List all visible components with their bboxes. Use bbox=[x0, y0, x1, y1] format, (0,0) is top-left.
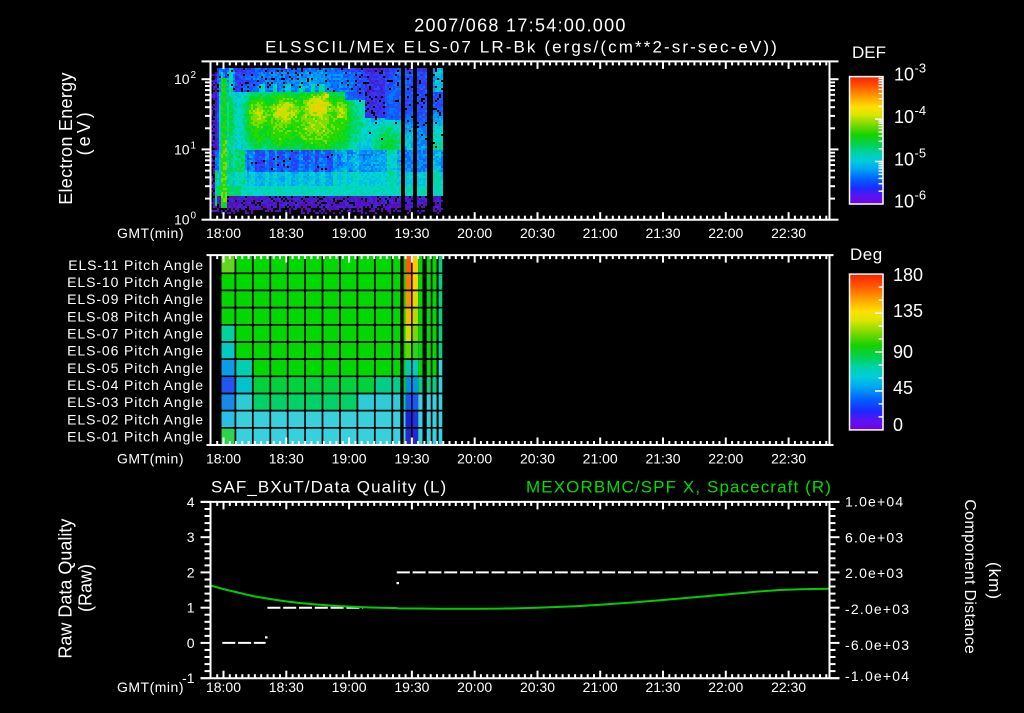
svg-text:20:00: 20:00 bbox=[457, 679, 492, 695]
svg-text:-6.0e+03: -6.0e+03 bbox=[845, 637, 910, 653]
svg-text:SAF_BXuT/Data Quality (L): SAF_BXuT/Data Quality (L) bbox=[211, 478, 447, 497]
svg-text:21:30: 21:30 bbox=[645, 679, 680, 695]
svg-text:19:00: 19:00 bbox=[332, 225, 367, 241]
svg-text:ELS-11 Pitch Angle: ELS-11 Pitch Angle bbox=[68, 257, 204, 273]
svg-text:20:00: 20:00 bbox=[457, 451, 492, 467]
svg-text:21:30: 21:30 bbox=[645, 225, 680, 241]
svg-text:18:30: 18:30 bbox=[269, 225, 304, 241]
svg-text:22:00: 22:00 bbox=[708, 451, 743, 467]
svg-text:1: 1 bbox=[191, 140, 197, 151]
svg-text:18:00: 18:00 bbox=[206, 225, 241, 241]
svg-text:19:00: 19:00 bbox=[332, 451, 367, 467]
svg-text:ELS-03 Pitch Angle: ELS-03 Pitch Angle bbox=[67, 394, 204, 410]
svg-text:(Raw): (Raw) bbox=[76, 564, 96, 612]
svg-text:Deg: Deg bbox=[850, 245, 883, 264]
svg-text:18:30: 18:30 bbox=[269, 679, 304, 695]
svg-text:2007/068 17:54:00.000: 2007/068 17:54:00.000 bbox=[414, 16, 626, 36]
svg-text:2: 2 bbox=[187, 564, 195, 580]
svg-text:ELS-07 Pitch Angle: ELS-07 Pitch Angle bbox=[67, 326, 204, 342]
svg-text:ELSSCIL/MEx ELS-07 LR-Bk (erg: ELSSCIL/MEx ELS-07 LR-Bk (ergs/(cm**2-sr… bbox=[265, 38, 779, 57]
svg-text:90: 90 bbox=[893, 342, 913, 362]
svg-text:10: 10 bbox=[894, 149, 914, 169]
svg-text:19:30: 19:30 bbox=[394, 451, 429, 467]
svg-text:20:30: 20:30 bbox=[520, 679, 555, 695]
svg-text:ELS-02 Pitch Angle: ELS-02 Pitch Angle bbox=[67, 411, 204, 427]
svg-text:22:00: 22:00 bbox=[708, 679, 743, 695]
svg-text:DEF: DEF bbox=[852, 43, 886, 62]
svg-text:20:30: 20:30 bbox=[520, 225, 555, 241]
svg-text:18:00: 18:00 bbox=[206, 679, 241, 695]
svg-text:GMT(min): GMT(min) bbox=[117, 225, 184, 241]
svg-text:2.0e+03: 2.0e+03 bbox=[845, 565, 904, 581]
svg-text:18:30: 18:30 bbox=[269, 451, 304, 467]
svg-text:10: 10 bbox=[894, 192, 914, 212]
svg-text:ELS-09 Pitch Angle: ELS-09 Pitch Angle bbox=[67, 291, 204, 307]
svg-text:4: 4 bbox=[187, 494, 195, 510]
svg-text:45: 45 bbox=[893, 378, 913, 398]
svg-text:180: 180 bbox=[893, 265, 923, 285]
svg-text:21:00: 21:00 bbox=[583, 451, 618, 467]
svg-text:10: 10 bbox=[894, 65, 914, 85]
svg-text:1.0e+04: 1.0e+04 bbox=[845, 494, 904, 510]
svg-text:22:30: 22:30 bbox=[771, 225, 806, 241]
svg-text:0: 0 bbox=[191, 211, 197, 222]
svg-text:(eV): (eV) bbox=[74, 109, 94, 155]
svg-text:MEXORBMC/SPF X, Spacecraft (R): MEXORBMC/SPF X, Spacecraft (R) bbox=[526, 478, 832, 497]
svg-text:22:30: 22:30 bbox=[771, 679, 806, 695]
svg-text:6.0e+03: 6.0e+03 bbox=[845, 529, 904, 545]
svg-text:22:30: 22:30 bbox=[771, 451, 806, 467]
svg-text:(km): (km) bbox=[985, 562, 1004, 600]
svg-text:-1: -1 bbox=[182, 670, 195, 686]
svg-text:-2.0e+03: -2.0e+03 bbox=[845, 601, 910, 617]
svg-text:-1.0e+04: -1.0e+04 bbox=[845, 668, 910, 684]
svg-text:-4: -4 bbox=[915, 103, 927, 118]
svg-text:ELS-08 Pitch Angle: ELS-08 Pitch Angle bbox=[67, 308, 204, 324]
svg-text:2: 2 bbox=[191, 70, 197, 81]
svg-text:19:30: 19:30 bbox=[394, 225, 429, 241]
svg-text:GMT(min): GMT(min) bbox=[117, 451, 184, 467]
svg-text:21:00: 21:00 bbox=[583, 225, 618, 241]
svg-text:10: 10 bbox=[174, 71, 190, 87]
svg-text:22:00: 22:00 bbox=[708, 225, 743, 241]
svg-text:GMT(min): GMT(min) bbox=[117, 679, 184, 695]
svg-text:ELS-04 Pitch Angle: ELS-04 Pitch Angle bbox=[67, 377, 204, 393]
svg-text:18:00: 18:00 bbox=[206, 451, 241, 467]
svg-text:19:00: 19:00 bbox=[332, 679, 367, 695]
svg-text:19:30: 19:30 bbox=[394, 679, 429, 695]
svg-text:20:00: 20:00 bbox=[457, 225, 492, 241]
svg-text:-3: -3 bbox=[915, 61, 927, 76]
svg-text:0: 0 bbox=[893, 415, 903, 435]
svg-text:ELS-05 Pitch Angle: ELS-05 Pitch Angle bbox=[67, 360, 204, 376]
svg-text:0: 0 bbox=[187, 635, 195, 651]
svg-text:Component Distance: Component Distance bbox=[961, 499, 978, 654]
svg-text:-6: -6 bbox=[915, 188, 927, 203]
svg-text:135: 135 bbox=[893, 301, 923, 321]
svg-text:-5: -5 bbox=[915, 145, 927, 160]
svg-text:21:00: 21:00 bbox=[583, 679, 618, 695]
svg-text:21:30: 21:30 bbox=[645, 451, 680, 467]
svg-text:Raw Data Quality: Raw Data Quality bbox=[56, 519, 76, 659]
svg-text:1: 1 bbox=[187, 600, 195, 616]
svg-text:10: 10 bbox=[894, 107, 914, 127]
svg-text:ELS-10 Pitch Angle: ELS-10 Pitch Angle bbox=[67, 274, 204, 290]
svg-text:3: 3 bbox=[187, 529, 195, 545]
svg-text:ELS-06 Pitch Angle: ELS-06 Pitch Angle bbox=[67, 343, 204, 359]
svg-text:Electron Energy: Electron Energy bbox=[56, 72, 76, 205]
svg-text:10: 10 bbox=[174, 141, 190, 157]
svg-text:ELS-01 Pitch Angle: ELS-01 Pitch Angle bbox=[67, 429, 204, 445]
svg-text:20:30: 20:30 bbox=[520, 451, 555, 467]
